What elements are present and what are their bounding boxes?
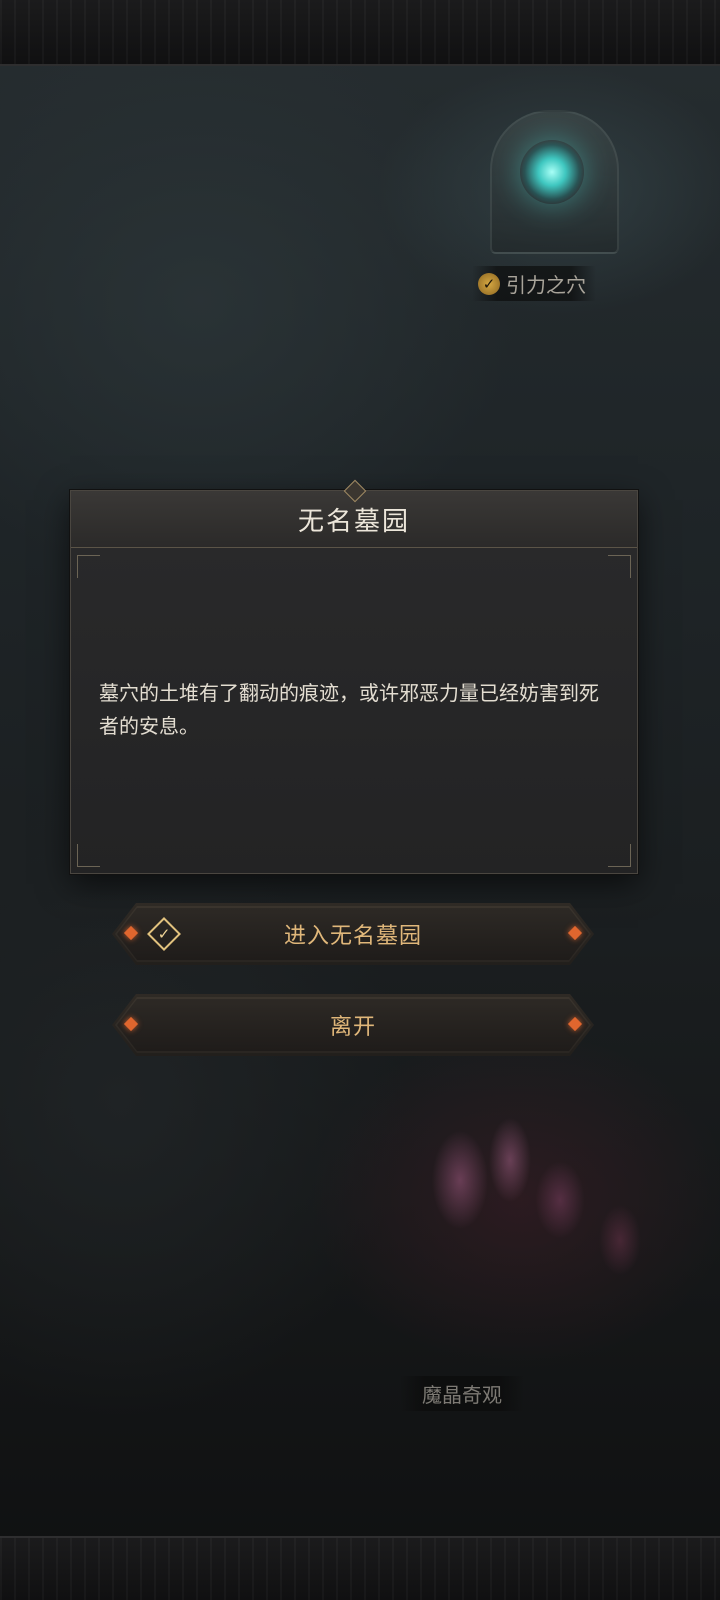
top-ornate-frame bbox=[0, 0, 720, 66]
corner-ornament bbox=[608, 844, 631, 867]
crystal-formation bbox=[400, 1090, 680, 1290]
completed-check-icon: ✓ bbox=[478, 272, 500, 295]
portal-icon[interactable] bbox=[520, 140, 584, 204]
corner-ornament bbox=[77, 844, 100, 867]
enter-graveyard-button[interactable]: ✓ 进入无名墓园 bbox=[112, 903, 594, 965]
bottom-ornate-frame bbox=[0, 1536, 720, 1600]
crystal-location-label[interactable]: 魔晶奇观 bbox=[400, 1376, 524, 1411]
crystal-location-name: 魔晶奇观 bbox=[422, 1383, 502, 1407]
event-dialog: 无名墓园 墓穴的土堆有了翻动的痕迹，或许邪恶力量已经妨害到死者的安息。 bbox=[70, 479, 638, 874]
corner-ornament bbox=[77, 555, 100, 578]
enter-button-label: 进入无名墓园 bbox=[283, 924, 422, 949]
leave-button-label: 离开 bbox=[329, 1015, 376, 1040]
leave-button[interactable]: 离开 bbox=[112, 994, 594, 1056]
confirm-diamond-icon: ✓ bbox=[147, 917, 181, 951]
corner-ornament bbox=[608, 555, 631, 578]
portal-location-name: 引力之穴 bbox=[506, 273, 586, 297]
portal-location-label[interactable]: ✓ 引力之穴 bbox=[472, 266, 596, 301]
dialog-description: 墓穴的土堆有了翻动的痕迹，或许邪恶力量已经妨害到死者的安息。 bbox=[99, 681, 599, 738]
dialog-title: 无名墓园 bbox=[297, 506, 410, 537]
